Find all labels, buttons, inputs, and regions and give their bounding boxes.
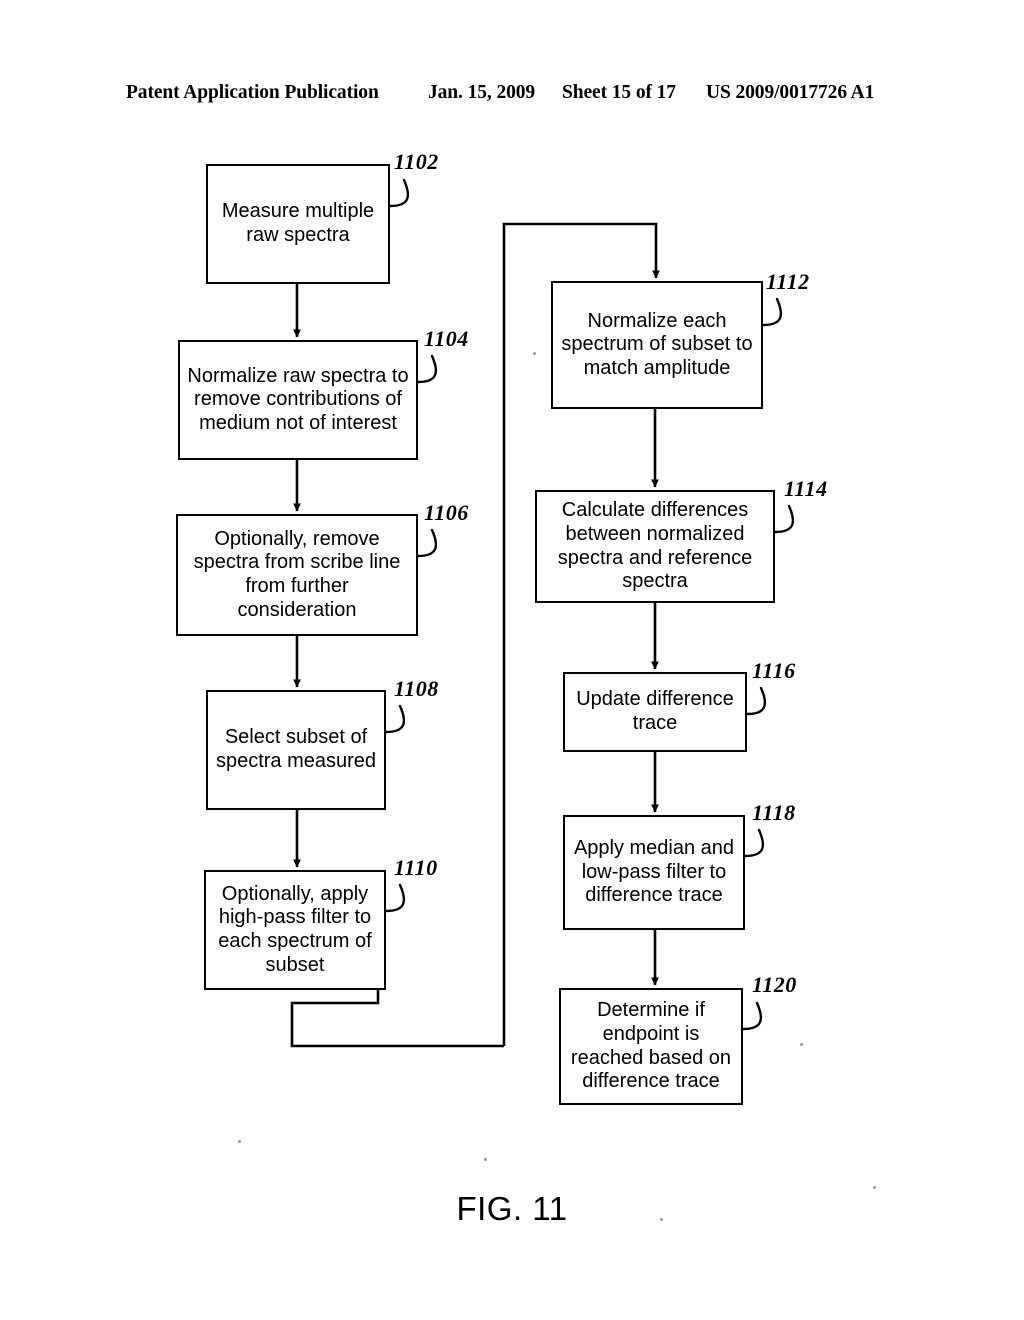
reference-numeral-1114: 1114 bbox=[784, 476, 828, 501]
flowchart-connectors bbox=[290, 178, 795, 1048]
scan-speck bbox=[238, 1140, 241, 1143]
reference-numeral-1120: 1120 bbox=[752, 972, 797, 997]
reference-numeral-1112: 1112 bbox=[766, 269, 810, 294]
process-box-1106[interactable]: Optionally, remove spectra from scribe l… bbox=[176, 514, 418, 636]
scan-speck bbox=[660, 1218, 663, 1221]
leader-1116 bbox=[745, 686, 767, 716]
process-box-1120[interactable]: Determine if endpoint is reached based o… bbox=[559, 988, 743, 1105]
leader-1110 bbox=[384, 883, 406, 913]
leader-1104 bbox=[416, 354, 438, 384]
scan-speck bbox=[533, 352, 536, 355]
process-box-1116[interactable]: Update difference trace bbox=[563, 672, 747, 752]
process-box-1108[interactable]: Select subset of spectra measured bbox=[206, 690, 386, 810]
leader-1102 bbox=[388, 178, 410, 208]
scan-speck bbox=[873, 1186, 876, 1189]
leader-1108 bbox=[384, 704, 406, 734]
reference-numeral-1106: 1106 bbox=[424, 500, 469, 525]
scan-speck bbox=[800, 1043, 803, 1046]
figure-caption: FIG. 11 bbox=[456, 1190, 568, 1227]
leader-1118 bbox=[743, 828, 765, 858]
leader-1120 bbox=[741, 1001, 763, 1031]
reference-numeral-1118: 1118 bbox=[752, 800, 796, 825]
leader-1114 bbox=[773, 504, 795, 534]
leader-1112 bbox=[761, 297, 783, 327]
process-box-1112[interactable]: Normalize each spectrum of subset to mat… bbox=[551, 281, 763, 409]
process-box-1104[interactable]: Normalize raw spectra to remove contribu… bbox=[178, 340, 418, 460]
connector-1110-to-1112-return bbox=[290, 990, 504, 1048]
process-box-1118[interactable]: Apply median and low-pass filter to diff… bbox=[563, 815, 745, 930]
reference-numeral-1102: 1102 bbox=[394, 149, 439, 174]
process-box-1102[interactable]: Measure multiple raw spectra bbox=[206, 164, 390, 284]
leader-1106 bbox=[416, 528, 438, 558]
process-box-1110[interactable]: Optionally, apply high-pass filter to ea… bbox=[204, 870, 386, 990]
reference-numeral-1108: 1108 bbox=[394, 676, 439, 701]
scan-speck bbox=[484, 1158, 487, 1161]
process-box-1114[interactable]: Calculate differences between normalized… bbox=[535, 490, 775, 603]
reference-numeral-1116: 1116 bbox=[752, 658, 796, 683]
reference-numeral-1104: 1104 bbox=[424, 326, 469, 351]
reference-numeral-1110: 1110 bbox=[394, 855, 438, 880]
